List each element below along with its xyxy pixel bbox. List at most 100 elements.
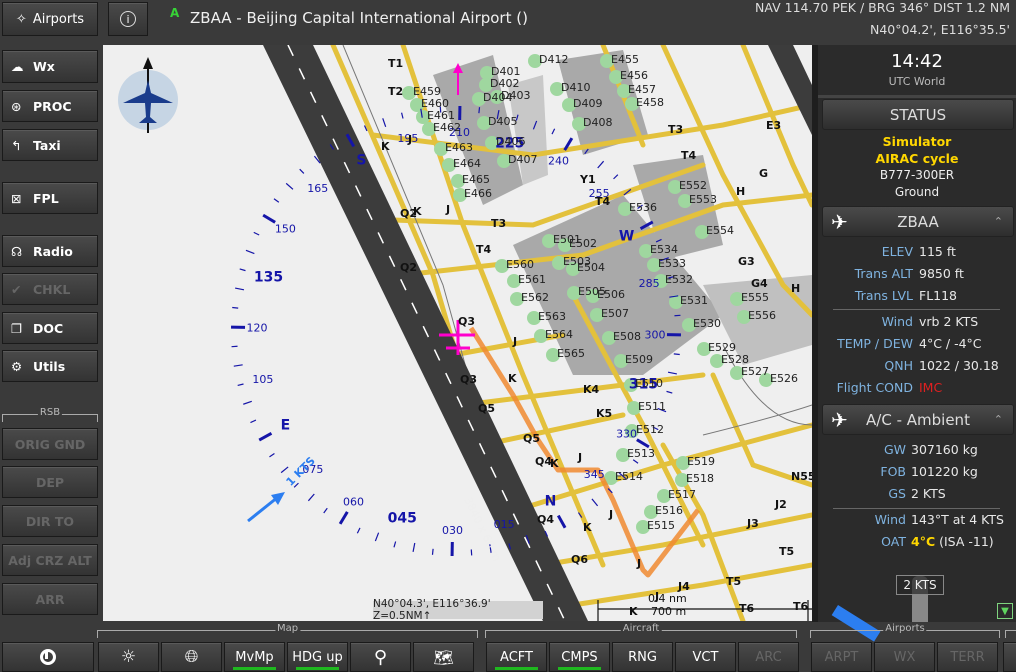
chevron-up-icon[interactable]: ⌃ bbox=[994, 215, 1003, 228]
more-button[interactable] bbox=[1003, 642, 1016, 672]
taxiway-label: K bbox=[583, 521, 592, 534]
taxiway-label: T6 bbox=[739, 602, 755, 615]
compass-tick bbox=[556, 514, 567, 529]
compass-label: 285 bbox=[639, 277, 660, 290]
taxiway-label: T5 bbox=[779, 545, 795, 558]
cursor-coordinate-readout: N40°04.3', E116°36.9' Z=0.5NM↑ bbox=[373, 598, 543, 621]
gate-label: E536 bbox=[629, 201, 657, 214]
taxiway-label: T2 bbox=[388, 85, 404, 98]
sidebar-item-chkl[interactable]: ✔ CHKL bbox=[2, 273, 98, 305]
button-label: MvMp bbox=[235, 649, 274, 665]
wind-row: Wind vrb 2 KTS bbox=[881, 314, 979, 329]
documents-icon: ❐ bbox=[11, 320, 23, 336]
info-button[interactable]: i bbox=[108, 2, 148, 36]
sidebar-item-proc[interactable]: ⊛ PROC bbox=[2, 90, 98, 122]
taxiway-label: T4 bbox=[595, 195, 611, 208]
move-map-button[interactable]: MvMp bbox=[224, 642, 285, 672]
sidebar-item-fpl[interactable]: ⊠ FPL bbox=[2, 182, 98, 214]
taxiway-label: K bbox=[629, 605, 638, 618]
airport-title: ZBAA - Beijing Capital International Air… bbox=[190, 9, 528, 27]
compass-label: 330 bbox=[616, 427, 637, 440]
gate-label: E561 bbox=[518, 273, 546, 286]
brightness-icon: ☼ bbox=[120, 647, 137, 667]
airport-section-header[interactable]: ✈ ZBAA ⌃ bbox=[822, 206, 1014, 237]
chevron-up-icon[interactable]: ⌃ bbox=[994, 413, 1003, 426]
sidebar-item-label: Wx bbox=[33, 59, 55, 74]
compass-label: 345 bbox=[584, 468, 605, 481]
compass-tick bbox=[412, 542, 416, 552]
gate-label: E554 bbox=[706, 224, 734, 237]
utils-icon: ⚙ bbox=[11, 358, 23, 374]
gate-label: E518 bbox=[686, 472, 714, 485]
expand-down-icon[interactable]: ▼ bbox=[997, 603, 1013, 619]
sidebar-item-doc[interactable]: ❐ DOC bbox=[2, 312, 98, 344]
power-button[interactable] bbox=[2, 642, 94, 672]
gate-label: E509 bbox=[625, 353, 653, 366]
airports-group: Airports bbox=[810, 623, 1000, 638]
compass-tick bbox=[243, 400, 252, 405]
gate-label: E513 bbox=[627, 447, 655, 460]
rsb-orig-gnd-button[interactable]: ORIG GND bbox=[2, 428, 98, 460]
taxiway-label: J2 bbox=[775, 498, 787, 511]
compass-tick bbox=[597, 160, 605, 169]
moving-map[interactable]: N 015 030 045 060 075 E 105 120 135 150 165 S 195 210 2… bbox=[103, 45, 812, 621]
arpt-button[interactable]: ARPT bbox=[811, 642, 872, 672]
gate-label: E562 bbox=[521, 291, 549, 304]
taxiway-label: G bbox=[759, 167, 769, 180]
taxiway-label: T6 bbox=[793, 600, 809, 613]
more-group bbox=[1005, 630, 1016, 638]
status-simulator: Simulator bbox=[882, 134, 952, 149]
brightness-button[interactable]: ☼ bbox=[98, 642, 159, 672]
status-header[interactable]: STATUS bbox=[822, 99, 1014, 130]
map-layers-button[interactable]: 🗺︎ bbox=[413, 642, 474, 672]
active-indicator bbox=[495, 667, 538, 670]
taxi-arrow-icon: ↰ bbox=[11, 137, 22, 153]
taxiway-label: J bbox=[408, 133, 413, 146]
compass-label: 105 bbox=[252, 373, 273, 386]
sidebar-item-taxi[interactable]: ↰ Taxi bbox=[2, 129, 98, 161]
gate-label: E456 bbox=[620, 69, 648, 82]
terr-button[interactable]: TERR bbox=[937, 642, 998, 672]
acft-button[interactable]: ACFT bbox=[486, 642, 547, 672]
wx-button[interactable]: WX bbox=[874, 642, 935, 672]
gate-label: E462 bbox=[433, 121, 461, 134]
compass-label: 300 bbox=[644, 328, 665, 341]
sidebar-item-wx[interactable]: ☁ Wx bbox=[2, 50, 98, 83]
trans-lvl-row: Trans LVL FL118 bbox=[854, 288, 958, 303]
fob-row: FOB 101220 kg bbox=[880, 464, 978, 479]
vct-button[interactable]: VCT bbox=[675, 642, 736, 672]
taxiway-label: K5 bbox=[596, 407, 613, 420]
north-arrow-icon bbox=[118, 57, 178, 133]
cmps-button[interactable]: CMPS bbox=[549, 642, 610, 672]
gate-label: D409 bbox=[573, 97, 603, 110]
compass-tick bbox=[400, 112, 404, 119]
gate-label: E504 bbox=[577, 261, 605, 274]
gate-label: E519 bbox=[687, 455, 715, 468]
taxiway-label: J bbox=[513, 335, 518, 348]
compass-tick bbox=[232, 306, 239, 309]
sidebar-item-label: FPL bbox=[33, 190, 59, 206]
rsb-dir-to-button[interactable]: DIR TO bbox=[2, 505, 98, 537]
search-button[interactable]: ⚲ bbox=[350, 642, 411, 672]
sidebar-item-label: CHKL bbox=[33, 281, 71, 297]
rng-button[interactable]: RNG bbox=[612, 642, 673, 672]
taxiway-label: Q6 bbox=[571, 553, 589, 566]
map-group: Map bbox=[97, 623, 478, 638]
arc-button[interactable]: ARC bbox=[738, 642, 799, 672]
globe-button[interactable]: 🌐︎ bbox=[161, 642, 222, 672]
aircraft-section-header[interactable]: ✈ A/C - Ambient ⌃ bbox=[822, 404, 1014, 435]
compass-tick bbox=[431, 548, 434, 555]
gate-label: D405 bbox=[488, 115, 518, 128]
sidebar-item-utils[interactable]: ⚙ Utils bbox=[2, 350, 98, 382]
heading-up-button[interactable]: HDG up bbox=[287, 642, 348, 672]
gate-label: D406 bbox=[496, 135, 526, 148]
rsb-adj-crz-alt-button[interactable]: Adj CRZ ALT bbox=[2, 544, 98, 576]
compass-tick bbox=[233, 364, 243, 367]
rsb-dep-button[interactable]: DEP bbox=[2, 466, 98, 498]
elev-row: ELEV 115 ft bbox=[881, 244, 956, 259]
sidebar-item-radio[interactable]: ☊ Radio bbox=[2, 235, 98, 267]
departing-plane-icon: ✈ bbox=[831, 209, 848, 234]
airports-button[interactable]: ✧ Airports bbox=[2, 2, 98, 36]
status-airac: AIRAC cycle bbox=[875, 151, 959, 166]
rsb-arr-button[interactable]: ARR bbox=[2, 583, 98, 615]
